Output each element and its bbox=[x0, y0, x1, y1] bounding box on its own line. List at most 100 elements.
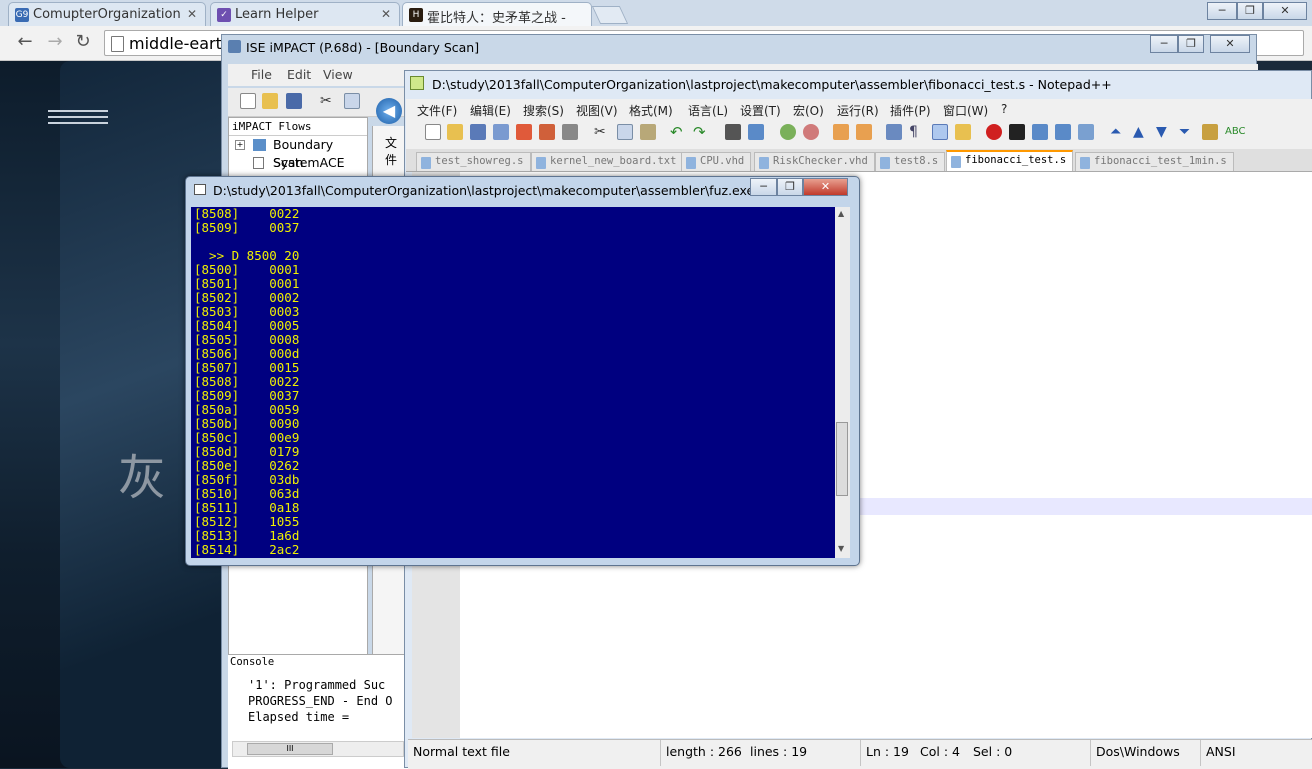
npp-menu-plugins[interactable]: 插件(P) bbox=[890, 102, 931, 119]
impact-close-button[interactable]: ✕ bbox=[1210, 35, 1250, 53]
play-macro-icon[interactable] bbox=[1032, 124, 1048, 140]
horizontal-scrollbar[interactable]: III bbox=[232, 741, 404, 757]
browser-tab-comupter-organization[interactable]: G9 ComupterOrganization ✕ bbox=[8, 2, 206, 26]
menu-icon[interactable] bbox=[48, 110, 108, 112]
npp-menu-settings[interactable]: 设置(T) bbox=[740, 102, 781, 119]
npp-menu-edit[interactable]: 编辑(E) bbox=[470, 102, 511, 119]
scroll-down-icon[interactable]: ▼ bbox=[838, 544, 844, 553]
new-file-icon[interactable] bbox=[240, 93, 256, 109]
npp-menu-window[interactable]: 窗口(W) bbox=[943, 102, 988, 119]
zoom-in-icon[interactable] bbox=[780, 124, 796, 140]
arrow-down-icon[interactable]: ▼ bbox=[1156, 124, 1172, 140]
expand-icon[interactable]: + bbox=[235, 140, 245, 150]
console-close-button[interactable]: ✕ bbox=[803, 178, 848, 196]
file-tab-test-showreg[interactable]: test_showreg.s bbox=[416, 152, 531, 171]
npp-menu-search[interactable]: 搜索(S) bbox=[523, 102, 564, 119]
file-tab-fibonacci-test-1min[interactable]: fibonacci_test_1min.s bbox=[1075, 152, 1234, 171]
open-folder-icon[interactable] bbox=[447, 124, 463, 140]
arrow-up-icon[interactable]: ▲ bbox=[1133, 124, 1149, 140]
memory-row: [8507] 0015 bbox=[194, 360, 300, 375]
npp-menu-format[interactable]: 格式(M) bbox=[629, 102, 673, 119]
find-icon[interactable] bbox=[725, 124, 741, 140]
console-minimize-button[interactable]: ─ bbox=[750, 178, 777, 196]
flow-item-systemace[interactable]: SystemACE bbox=[229, 154, 367, 172]
copy-icon[interactable] bbox=[617, 124, 633, 140]
scrollbar-thumb[interactable]: III bbox=[247, 743, 333, 755]
npp-menu-file[interactable]: 文件(F) bbox=[417, 102, 457, 119]
file-tab-test8[interactable]: test8.s bbox=[875, 152, 946, 171]
file-icon bbox=[536, 157, 546, 169]
npp-menu-help[interactable]: ? bbox=[1001, 102, 1007, 116]
new-file-icon[interactable] bbox=[425, 124, 441, 140]
zoom-out-icon[interactable] bbox=[803, 124, 819, 140]
file-tab-fibonacci-test[interactable]: fibonacci_test.s bbox=[946, 150, 1074, 171]
console-output-screen[interactable]: [8508] 0022 [8509] 0037 >> D 8500 20 [8500… bbox=[191, 207, 835, 558]
save-icon[interactable] bbox=[470, 124, 486, 140]
stop-macro-icon[interactable] bbox=[1009, 124, 1025, 140]
save-all-icon[interactable] bbox=[493, 124, 509, 140]
doc-map-icon[interactable] bbox=[955, 124, 971, 140]
status-line-number: Ln : 19 bbox=[866, 744, 909, 759]
memory-row: [8501] 0001 bbox=[194, 276, 300, 291]
npp-menu-language[interactable]: 语言(L) bbox=[688, 102, 728, 119]
flow-item-boundary-scan[interactable]: + Boundary Scan bbox=[229, 136, 367, 170]
npp-menu-macro[interactable]: 宏(O) bbox=[793, 102, 824, 119]
close-tab-icon[interactable]: ✕ bbox=[381, 7, 391, 21]
redo-icon[interactable]: ↷ bbox=[693, 124, 709, 140]
plugin-icon[interactable] bbox=[1202, 124, 1218, 140]
memory-row: [8502] 0002 bbox=[194, 290, 300, 305]
copy-icon[interactable] bbox=[344, 93, 360, 109]
cut-icon[interactable]: ✂ bbox=[320, 93, 336, 109]
close-file-icon[interactable] bbox=[516, 124, 532, 140]
browser-maximize-button[interactable]: ❐ bbox=[1237, 2, 1263, 20]
memory-row: [8505] 0008 bbox=[194, 332, 300, 347]
console-vertical-scrollbar[interactable]: ▲ ▼ bbox=[835, 207, 850, 558]
browser-minimize-button[interactable]: ─ bbox=[1207, 2, 1237, 20]
impact-maximize-button[interactable]: ❐ bbox=[1178, 35, 1204, 53]
file-tab-kernel-new-board[interactable]: kernel_new_board.txt bbox=[531, 152, 684, 171]
impact-menu-view[interactable]: View bbox=[323, 67, 353, 82]
word-wrap-icon[interactable] bbox=[886, 124, 902, 140]
record-macro-icon[interactable] bbox=[986, 124, 1002, 140]
show-all-chars-icon[interactable]: ¶ bbox=[909, 124, 925, 140]
collapse-all-icon[interactable]: ⏶ bbox=[1110, 124, 1126, 140]
save-icon[interactable] bbox=[286, 93, 302, 109]
sync-v-icon[interactable] bbox=[833, 124, 849, 140]
npp-menu-view[interactable]: 视图(V) bbox=[576, 102, 618, 119]
replace-icon[interactable] bbox=[748, 124, 764, 140]
play-multiple-icon[interactable] bbox=[1055, 124, 1071, 140]
close-all-icon[interactable] bbox=[539, 124, 555, 140]
npp-menu-run[interactable]: 运行(R) bbox=[837, 102, 879, 119]
back-circle-icon[interactable]: ◀ bbox=[376, 98, 402, 124]
browser-close-button[interactable]: ✕ bbox=[1263, 2, 1307, 20]
paste-icon[interactable] bbox=[640, 124, 656, 140]
browser-tab-hobbit[interactable]: H 霍比特人：史矛革之战 - bbox=[402, 2, 592, 26]
expand-all-icon[interactable]: ⏷ bbox=[1179, 124, 1195, 140]
file-tab-cpu-vhd[interactable]: CPU.vhd bbox=[681, 152, 752, 171]
reload-icon[interactable]: ↻ bbox=[72, 31, 94, 53]
browser-tab-learn-helper[interactable]: ✓ Learn Helper ✕ bbox=[210, 2, 400, 26]
scrollbar-thumb[interactable] bbox=[836, 422, 848, 496]
file-tab-riskchecker[interactable]: RiskChecker.vhd bbox=[754, 152, 875, 171]
memory-row: [8511] 0a18 bbox=[194, 500, 300, 515]
scroll-up-icon[interactable]: ▲ bbox=[838, 209, 844, 218]
console-maximize-button[interactable]: ❐ bbox=[777, 178, 803, 196]
impact-menu-edit[interactable]: Edit bbox=[287, 67, 311, 82]
tab-label: 霍比特人：史矛革之战 - bbox=[427, 11, 566, 26]
cut-icon[interactable]: ✂ bbox=[594, 124, 610, 140]
open-folder-icon[interactable] bbox=[262, 93, 278, 109]
back-arrow-icon[interactable]: ← bbox=[14, 31, 36, 53]
save-macro-icon[interactable] bbox=[1078, 124, 1094, 140]
close-tab-icon[interactable]: ✕ bbox=[187, 7, 197, 21]
impact-menu-file[interactable]: File bbox=[251, 67, 272, 82]
indent-guide-icon[interactable] bbox=[932, 124, 948, 140]
sync-h-icon[interactable] bbox=[856, 124, 872, 140]
print-icon[interactable] bbox=[562, 124, 578, 140]
spell-check-icon[interactable]: ABC bbox=[1225, 124, 1246, 140]
tab-label: ComupterOrganization bbox=[33, 7, 181, 22]
boundary-scan-icon bbox=[253, 139, 266, 151]
impact-minimize-button[interactable]: ─ bbox=[1150, 35, 1178, 53]
forward-arrow-icon[interactable]: → bbox=[44, 31, 66, 53]
undo-icon[interactable]: ↶ bbox=[670, 124, 686, 140]
